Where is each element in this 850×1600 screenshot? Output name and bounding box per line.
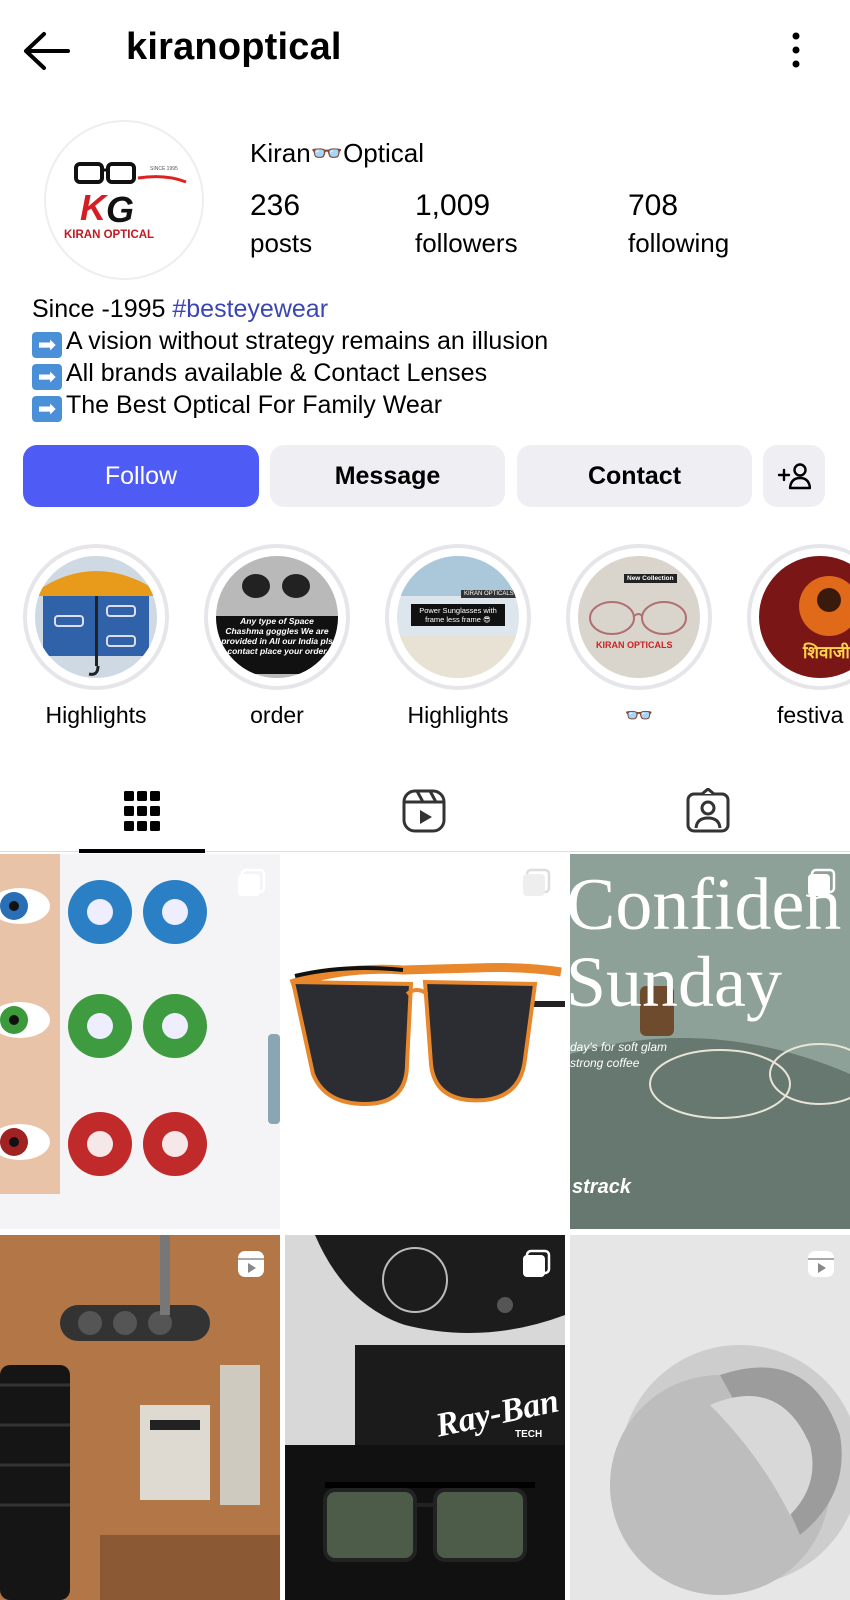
svg-text:G: G — [106, 189, 134, 230]
avatar-badge: SINCE 1995 — [150, 166, 178, 172]
profile-username: kiranoptical — [126, 26, 342, 68]
stat-label: following — [628, 228, 730, 258]
arrow-icon: ➡ — [32, 363, 62, 390]
tab-posts-grid[interactable] — [42, 770, 242, 852]
add-person-icon — [777, 463, 811, 490]
profile-avatar[interactable]: SINCE 1995 K G KIRAN OPTICAL — [44, 120, 204, 280]
active-tab-indicator — [79, 849, 205, 853]
grid-icon — [124, 791, 160, 831]
top-bar: kiranoptical — [0, 0, 850, 100]
highlight-thumbnail: KIRAN OPTICALS Power Sunglasses with fra… — [397, 556, 519, 678]
arrow-icon: ➡ — [32, 395, 62, 422]
following-count[interactable]: 708 following — [628, 188, 729, 262]
post-thumbnail[interactable] — [570, 1235, 850, 1600]
follow-button[interactable]: Follow — [23, 445, 259, 507]
highlight-thumbnail — [35, 556, 157, 678]
profile-tabs — [0, 770, 850, 853]
bio-line: Since -1995 #besteyewear — [32, 295, 329, 323]
post-brand: strack — [572, 1176, 631, 1198]
highlight-item[interactable]: KIRAN OPTICALS Power Sunglasses with fra… — [385, 544, 531, 729]
highlight-badge: KIRAN OPTICALS — [461, 590, 517, 598]
carousel-icon — [238, 868, 266, 896]
highlight-label: festiva — [777, 702, 844, 728]
avatar-brand-text: KIRAN OPTICAL — [64, 229, 154, 241]
post-caption: day's for soft glam — [570, 1040, 667, 1054]
highlight-label: 👓 — [624, 702, 654, 728]
post-thumbnail[interactable]: Ray-Ban TECH — [285, 1235, 565, 1600]
bio-line: ➡ All brands available & Contact Lenses — [32, 358, 832, 390]
arrow-icon: ➡ — [32, 331, 62, 358]
highlight-thumbnail: Any type of Space Chashma goggles We are… — [216, 556, 338, 678]
highlight-caption: KIRAN OPTICALS — [596, 640, 673, 650]
reel-icon — [238, 1251, 264, 1277]
highlight-caption: Any type of Space Chashma goggles We are… — [221, 616, 333, 656]
highlight-item[interactable]: Any type of Space Chashma goggles We are… — [204, 544, 350, 729]
reel-icon — [808, 1251, 834, 1277]
posts-count[interactable]: 236 posts — [250, 188, 312, 262]
bio-line: ➡ The Best Optical For Family Wear — [32, 390, 832, 422]
hashtag-link[interactable]: #besteyewear — [172, 295, 328, 323]
highlight-label: order — [250, 702, 304, 728]
post-headline: Sunday — [570, 942, 782, 1022]
stat-label: posts — [250, 228, 313, 258]
highlight-label: Highlights — [45, 702, 147, 728]
back-arrow-icon[interactable] — [22, 28, 72, 74]
display-name: Kiran👓Optical — [250, 138, 424, 168]
post-thumbnail[interactable] — [0, 854, 280, 1229]
stat-value: 236 — [250, 189, 301, 222]
highlight-label: Highlights — [407, 702, 509, 728]
highlight-thumbnail: New Collection KIRAN OPTICALS — [578, 556, 700, 678]
post-thumbnail[interactable]: Confiden Sunday day's for soft glam stro… — [570, 854, 850, 1229]
highlight-thumbnail: शिवाजी — [759, 556, 850, 678]
highlight-caption: शिवाजी — [803, 643, 850, 662]
more-options-icon[interactable] — [786, 30, 806, 70]
stat-value: 1,009 — [415, 189, 491, 222]
stat-label: followers — [415, 228, 518, 258]
post-brand-sub: TECH — [515, 1429, 543, 1440]
highlight-item[interactable]: New Collection KIRAN OPTICALS 👓 — [566, 544, 712, 729]
reels-icon — [402, 789, 446, 833]
svg-text:K: K — [80, 187, 109, 228]
post-caption: strong coffee — [570, 1056, 640, 1070]
contact-button[interactable]: Contact — [517, 445, 752, 507]
followers-count[interactable]: 1,009 followers — [415, 188, 518, 262]
post-thumbnail[interactable] — [0, 1235, 280, 1600]
stat-value: 708 — [628, 189, 679, 222]
carousel-icon — [523, 868, 551, 896]
post-headline: Confiden — [570, 864, 842, 946]
profile-bio: Since -1995 #besteyewear ➡ A vision witho… — [32, 294, 832, 422]
post-thumbnail[interactable] — [285, 854, 565, 1229]
carousel-icon — [523, 1249, 551, 1277]
carousel-icon — [808, 868, 836, 896]
highlight-item[interactable]: Highlights — [23, 544, 169, 729]
tab-reels[interactable] — [324, 770, 524, 852]
bio-line: ➡ A vision without strategy remains an il… — [32, 326, 832, 358]
highlight-item[interactable]: शिवाजी festiva — [747, 544, 850, 729]
tagged-person-icon — [686, 788, 730, 833]
tab-tagged[interactable] — [608, 770, 808, 852]
message-button[interactable]: Message — [270, 445, 505, 507]
suggest-people-button[interactable] — [763, 445, 825, 507]
highlight-badge: New Collection — [624, 574, 677, 583]
highlight-caption: Power Sunglasses with frame less frame 😎 — [411, 604, 505, 626]
